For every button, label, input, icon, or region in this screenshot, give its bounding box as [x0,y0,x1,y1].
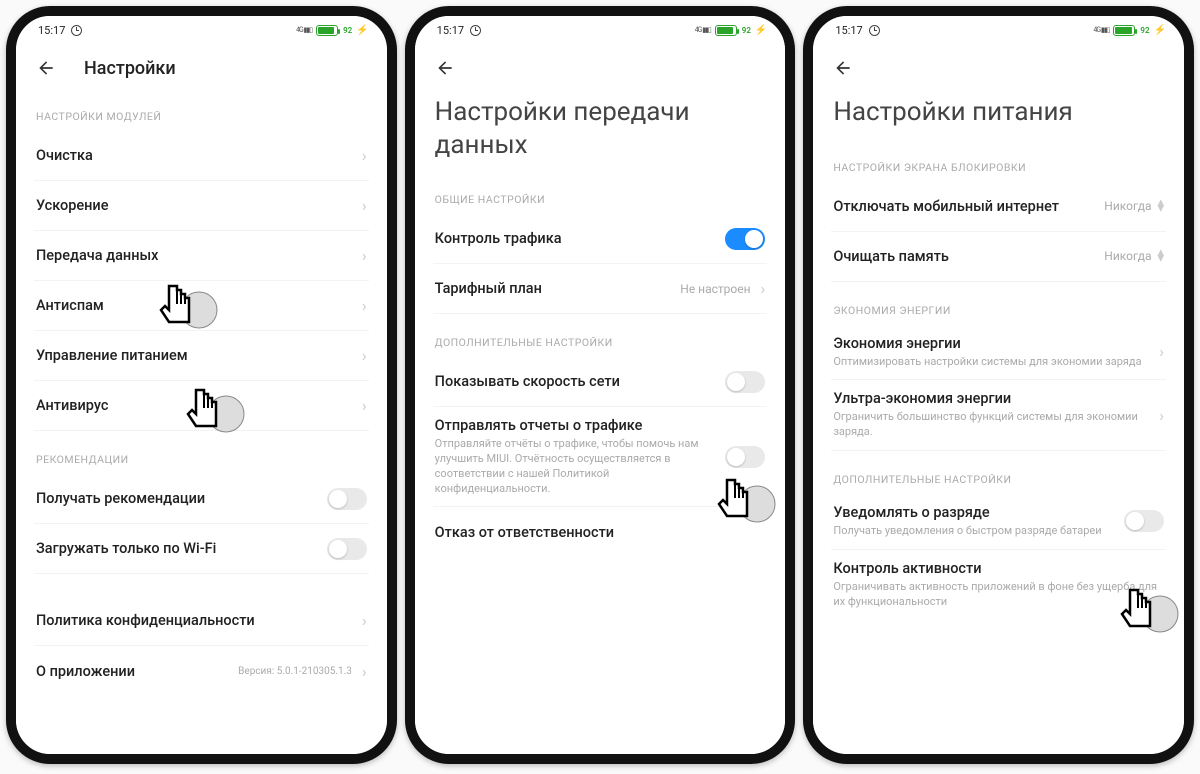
chevron-right-icon: › [1159,342,1164,361]
alarm-icon [869,25,880,36]
section-general: ОБЩИЕ НАСТРОЙКИ [435,193,766,206]
chevron-right-icon: › [362,296,367,315]
row-antispam[interactable]: Антиспам › [34,281,369,331]
signal-icon: 4G ▮▮▯ [1093,26,1109,34]
row-tariff-plan[interactable]: Тарифный план Не настроен › [433,264,768,314]
status-bar: 15:17 4G ▮▮▯ 92 ⚡ [813,16,1184,40]
row-show-speed[interactable]: Показывать скорость сети [433,357,768,407]
chevron-right-icon: › [362,396,367,415]
charging-icon: ⚡ [356,25,368,36]
chevron-right-icon: › [1159,406,1164,425]
toggle-receive-recs[interactable] [327,488,367,510]
toggle-traffic-control[interactable] [725,228,765,250]
tariff-value: Не настроен [680,282,750,296]
chevron-right-icon: › [761,279,766,298]
back-button[interactable] [429,52,461,84]
chevron-right-icon: › [362,196,367,215]
phone-2: 15:17 4G ▮▮▯ 92 ⚡ Настройки передачи дан… [405,6,796,764]
row-boost[interactable]: Ускорение › [34,181,369,231]
row-send-reports[interactable]: Отправлять отчеты о трафике Отправляйте … [433,407,768,507]
chevron-right-icon: › [362,611,367,630]
chevron-right-icon: › [362,346,367,365]
alarm-icon [71,25,82,36]
row-clear-memory[interactable]: Очищать память Никогда ▴▾ [831,232,1166,282]
status-time: 15:17 [437,24,464,37]
section-lockscreen: НАСТРОЙКИ ЭКРАНА БЛОКИРОВКИ [833,161,1164,174]
battery-icon [1113,25,1135,36]
row-privacy-policy[interactable]: Политика конфиденциальности › [34,596,369,646]
signal-icon: 4G ▮▮▯ [695,26,711,34]
value-never: Никогда [1104,199,1151,213]
arrow-left-icon [833,58,853,78]
row-disclaimer[interactable]: Отказ от ответственности [433,507,768,557]
section-additional: ДОПОЛНИТЕЛЬНЫЕ НАСТРОЙКИ [435,336,766,349]
back-button[interactable] [827,52,859,84]
toggle-wifi-only[interactable] [327,538,367,560]
charging-icon: ⚡ [755,25,767,36]
row-traffic-control[interactable]: Контроль трафика [433,214,768,264]
row-wifi-only[interactable]: Загружать только по Wi-Fi [34,524,369,574]
header [415,40,786,88]
row-clean[interactable]: Очистка › [34,131,369,181]
page-title: Настройки передачи данных [415,88,786,171]
section-additional: ДОПОЛНИТЕЛЬНЫЕ НАСТРОЙКИ [833,473,1164,486]
value-never: Никогда [1104,249,1151,263]
battery-icon [715,25,737,36]
phone-3: 15:17 4G ▮▮▯ 92 ⚡ Настройки питания НАСТ… [803,6,1194,764]
row-about[interactable]: О приложении Версия: 5.0.1-210305.1.3 › [34,646,369,696]
row-ultra-energy-saving[interactable]: Ультра-экономия энергии Ограничить больш… [831,380,1166,451]
row-disable-mobile[interactable]: Отключать мобильный интернет Никогда ▴▾ [831,182,1166,232]
arrow-left-icon [435,58,455,78]
header: Настройки [16,40,387,88]
status-bar: 15:17 4G ▮▮▯ 92 ⚡ [16,16,387,40]
back-button[interactable] [30,52,62,84]
chevron-right-icon: › [362,246,367,265]
status-bar: 15:17 4G ▮▮▯ 92 ⚡ [415,16,786,40]
section-recommendations: РЕКОМЕНДАЦИИ [36,453,367,466]
row-activity-control[interactable]: Контроль активности Ограничивать активно… [831,550,1166,620]
toggle-show-speed[interactable] [725,371,765,393]
row-receive-recs[interactable]: Получать рекомендации [34,474,369,524]
version-text: Версия: 5.0.1-210305.1.3 [238,666,352,677]
row-data-transfer[interactable]: Передача данных › [34,231,369,281]
chevron-right-icon: › [362,146,367,165]
sort-icon: ▴▾ [1157,200,1164,213]
sort-icon: ▴▾ [1157,250,1164,263]
alarm-icon [470,25,481,36]
row-notify-discharge[interactable]: Уведомлять о разряде Получать уведомлени… [831,494,1166,550]
toggle-notify-discharge[interactable] [1124,510,1164,532]
phone-1: 15:17 4G ▮▮▯ 92 ⚡ Настройки НАСТРОЙКИ МО… [6,6,397,764]
charging-icon: ⚡ [1154,25,1166,36]
section-energy-saving: ЭКОНОМИЯ ЭНЕРГИИ [833,304,1164,317]
header [813,40,1184,88]
status-time: 15:17 [38,24,65,37]
row-energy-saving[interactable]: Экономия энергии Оптимизировать настройк… [831,325,1166,381]
arrow-left-icon [36,58,56,78]
chevron-right-icon: › [362,662,367,681]
section-modules: НАСТРОЙКИ МОДУЛЕЙ [36,110,367,123]
page-title: Настройки питания [813,88,1184,139]
row-power-management[interactable]: Управление питанием › [34,331,369,381]
signal-icon: 4G ▮▮▯ [296,26,312,34]
toggle-send-reports[interactable] [725,446,765,468]
page-title: Настройки [84,58,176,79]
row-antivirus[interactable]: Антивирус › [34,381,369,431]
status-time: 15:17 [835,24,862,37]
battery-icon [316,25,338,36]
